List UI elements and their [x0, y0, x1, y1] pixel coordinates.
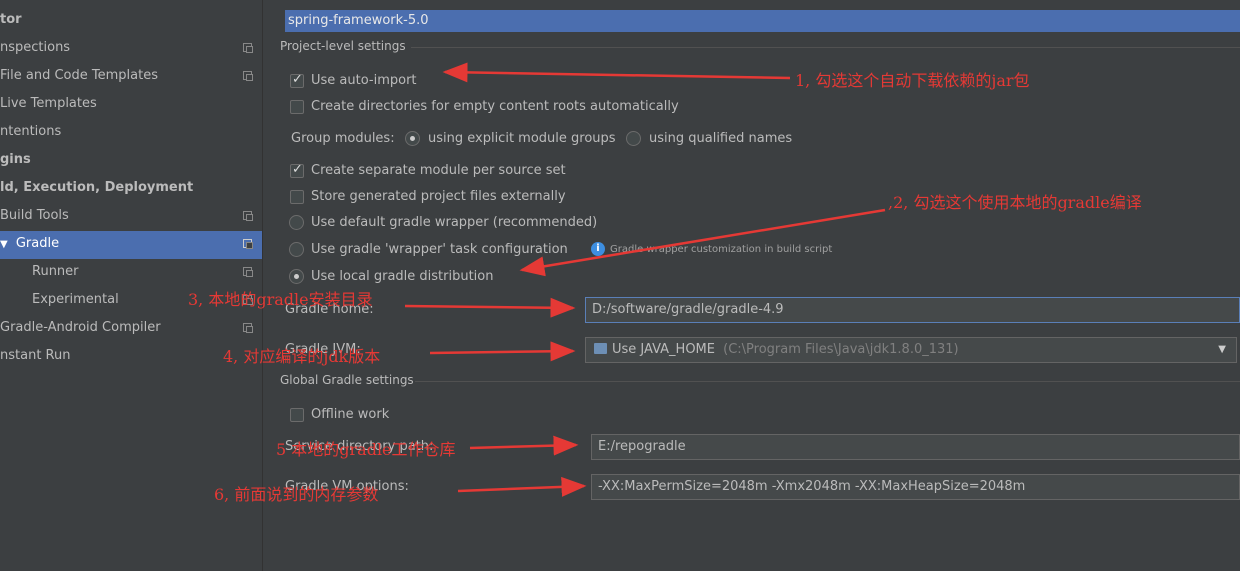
- annotation-arrow-5: [469, 435, 579, 456]
- annotation-4: 4, 对应编译的jdk版本: [223, 347, 381, 366]
- annotation-arrow-2: [519, 208, 886, 277]
- annotation-6: 6, 前面说到的内存参数: [214, 485, 379, 504]
- annotation-arrows: [404, 62, 886, 497]
- annotation-3: 3, 本地的gradle安装目录: [188, 290, 373, 309]
- annotation-arrow-4: [429, 341, 576, 362]
- annotation-arrow-1: [442, 62, 791, 83]
- annotation-5: 5 本地的gradle工作仓库: [276, 440, 456, 459]
- annotation-1: 1, 勾选这个自动下载依赖的jar包: [795, 71, 1030, 90]
- annotation-arrow-6: [457, 476, 587, 497]
- annotation-arrow-3: [404, 297, 576, 318]
- annotation-2: ,2, 勾选这个使用本地的gradle编译: [888, 193, 1142, 212]
